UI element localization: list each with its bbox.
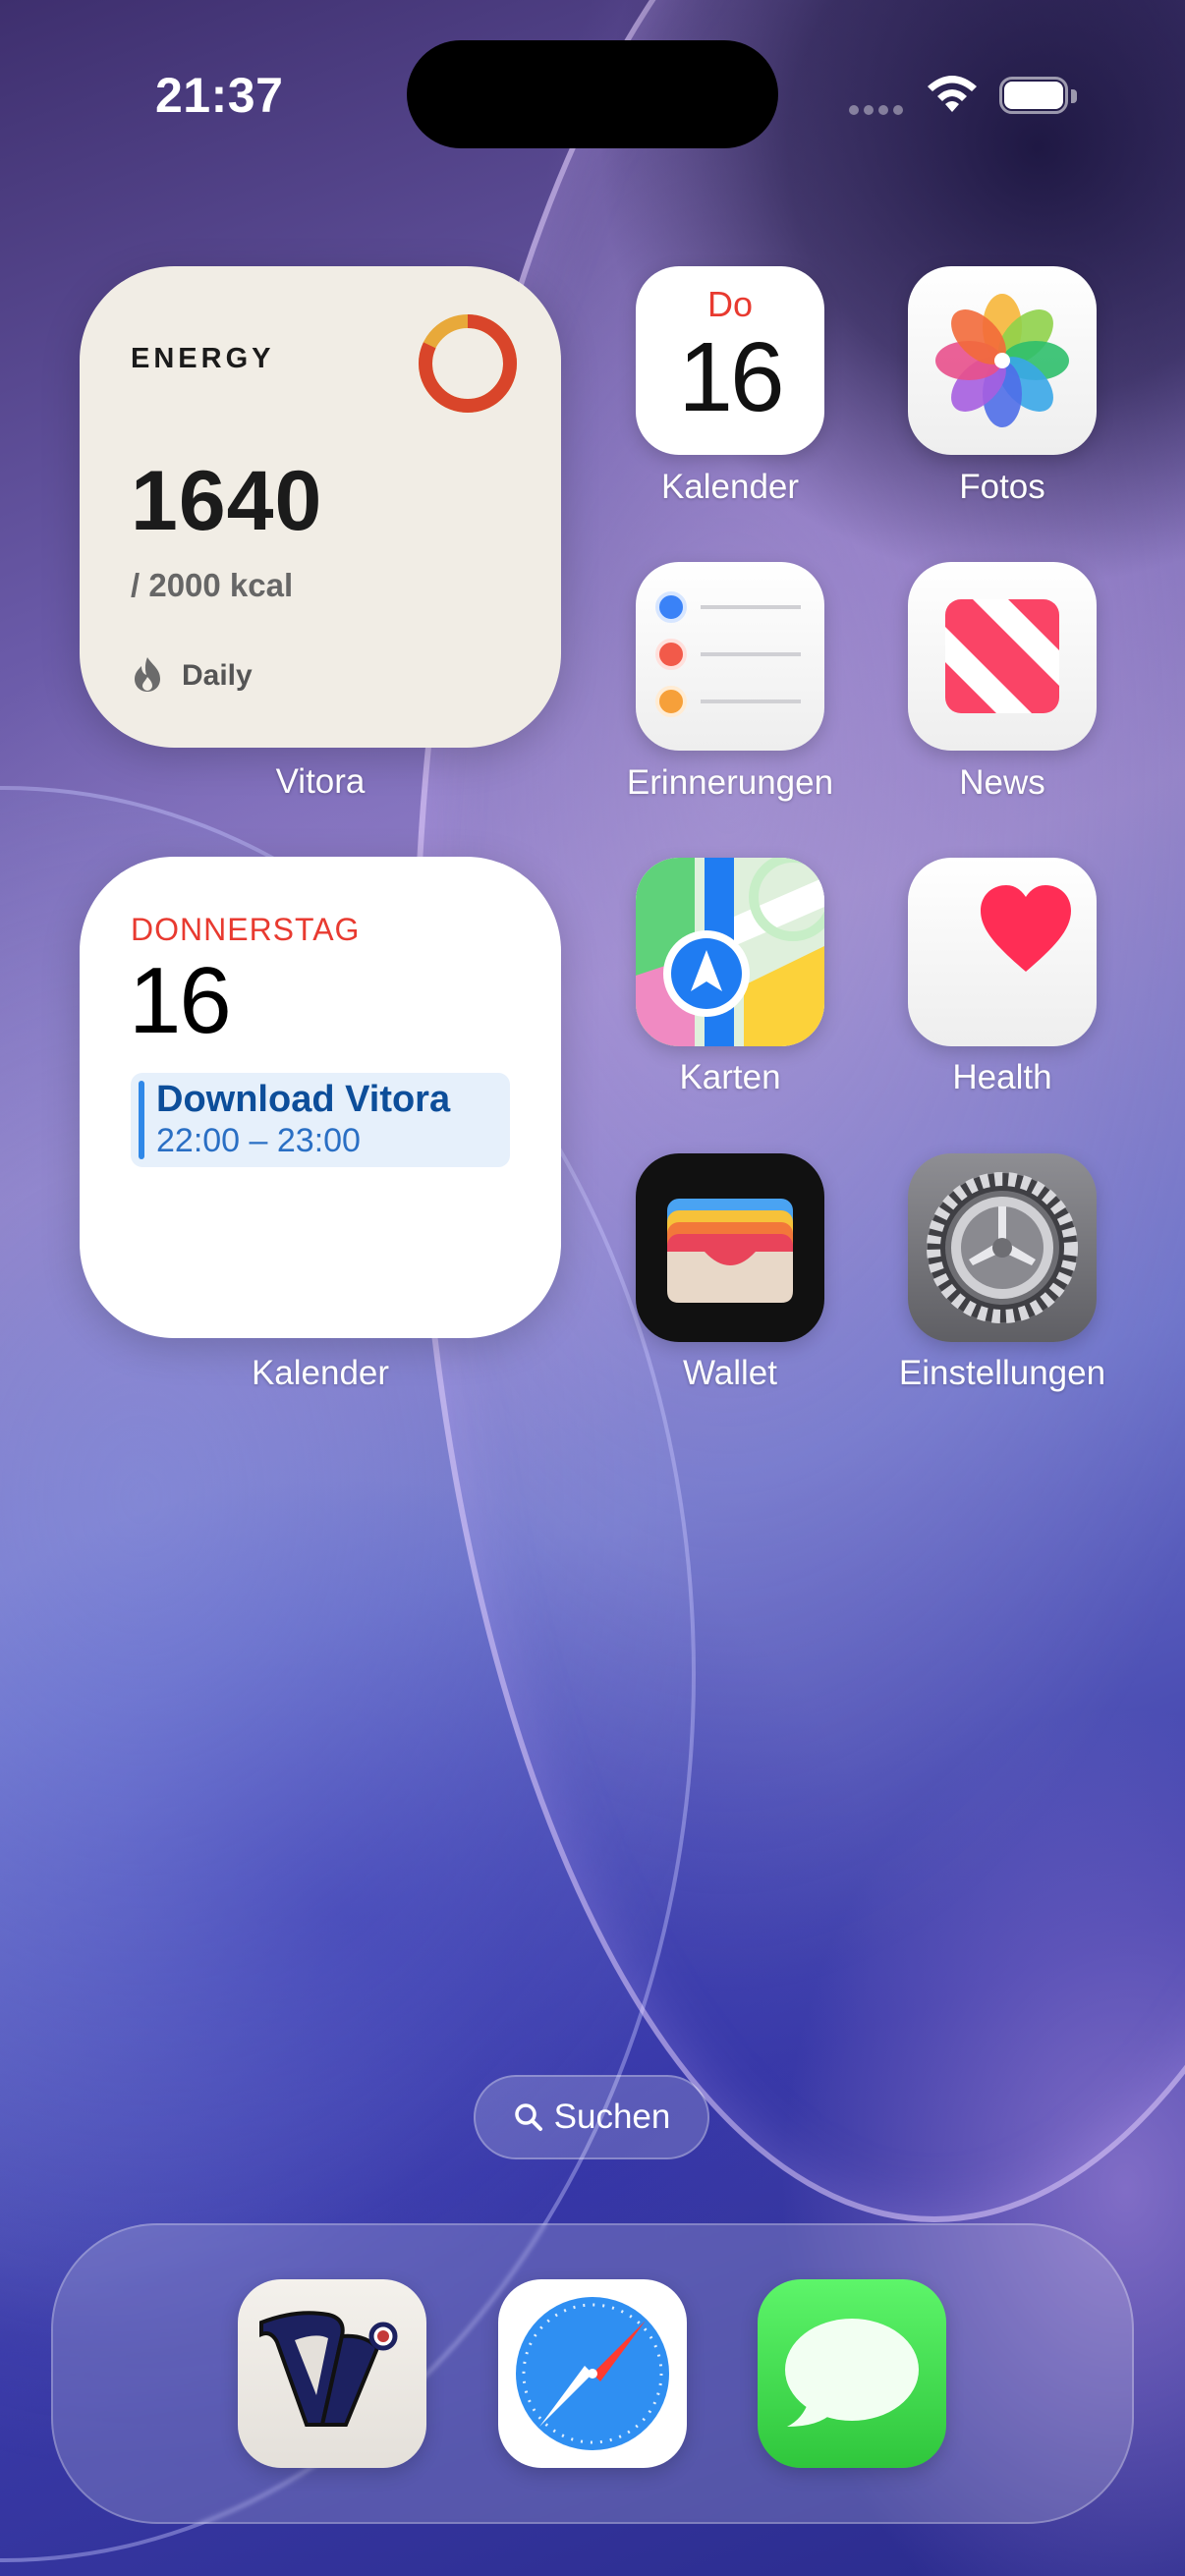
dock-app-safari[interactable] [498,2279,687,2468]
app-label-wallet: Wallet [683,1354,777,1392]
app-erinnerungen[interactable] [636,562,824,751]
flame-icon [135,657,160,692]
app-label-fotos: Fotos [959,468,1045,506]
messages-icon [785,2319,919,2427]
app-einstellungen[interactable] [908,1153,1097,1342]
dynamic-island [407,40,778,148]
battery-icon [999,77,1080,116]
app-label-karten: Karten [679,1058,781,1096]
app-label-kalender: Kalender [660,468,800,506]
search-label: Suchen [553,2098,671,2136]
heart-icon [981,885,1071,972]
calendar-icon-weekday: Do [706,284,754,324]
status-time: 21:37 [155,68,284,123]
search-icon [514,2103,542,2131]
calendar-event-title: Download Vitora [156,1079,451,1120]
app-fotos[interactable] [908,266,1097,455]
energy-period: Daily [182,659,253,692]
wallet-icon [667,1199,793,1303]
energy-goal: / 2000 kcal [131,567,294,603]
maps-icon [636,858,824,1046]
calendar-widget-day: 16 [129,948,232,1053]
calendar-icon-day: 16 [678,322,784,432]
energy-widget[interactable]: ENERGY 1640 / 2000 kcal Daily [80,266,561,748]
dock-app-vitora[interactable] [238,2279,426,2468]
energy-widget-caption: Vitora [275,762,366,801]
calendar-event-time: 22:00 – 23:00 [156,1122,361,1159]
energy-progress-ring [419,314,517,413]
app-label-news: News [959,763,1045,802]
app-news[interactable] [908,562,1097,751]
news-icon [945,599,1059,713]
reminders-icon [655,591,801,717]
app-label-einstellungen: Einstellungen [898,1354,1106,1392]
app-wallet[interactable] [636,1153,824,1342]
wifi-icon [928,76,977,112]
search-button[interactable]: Suchen [474,2075,709,2159]
app-label-erinnerungen: Erinnerungen [626,763,834,802]
gear-icon [927,1172,1078,1323]
app-label-health: Health [952,1058,1052,1096]
calendar-event[interactable]: Download Vitora 22:00 – 23:00 [131,1073,510,1167]
calendar-widget[interactable]: DONNERSTAG 16 Download Vitora 22:00 – 23… [80,857,561,1338]
calendar-event-color-bar [139,1081,144,1159]
app-kalender[interactable]: Do 16 [636,266,824,455]
dock-app-messages[interactable] [758,2279,946,2468]
calendar-widget-weekday: DONNERSTAG [131,912,361,947]
app-karten[interactable] [636,858,824,1046]
energy-widget-title: ENERGY [131,343,275,374]
vitora-icon [259,2311,398,2427]
cellular-signal-icon [849,105,903,115]
photos-icon [935,294,1069,427]
energy-value: 1640 [131,454,323,548]
calendar-widget-caption: Kalender [251,1354,390,1392]
safari-icon [516,2297,669,2450]
app-health[interactable] [908,858,1097,1046]
